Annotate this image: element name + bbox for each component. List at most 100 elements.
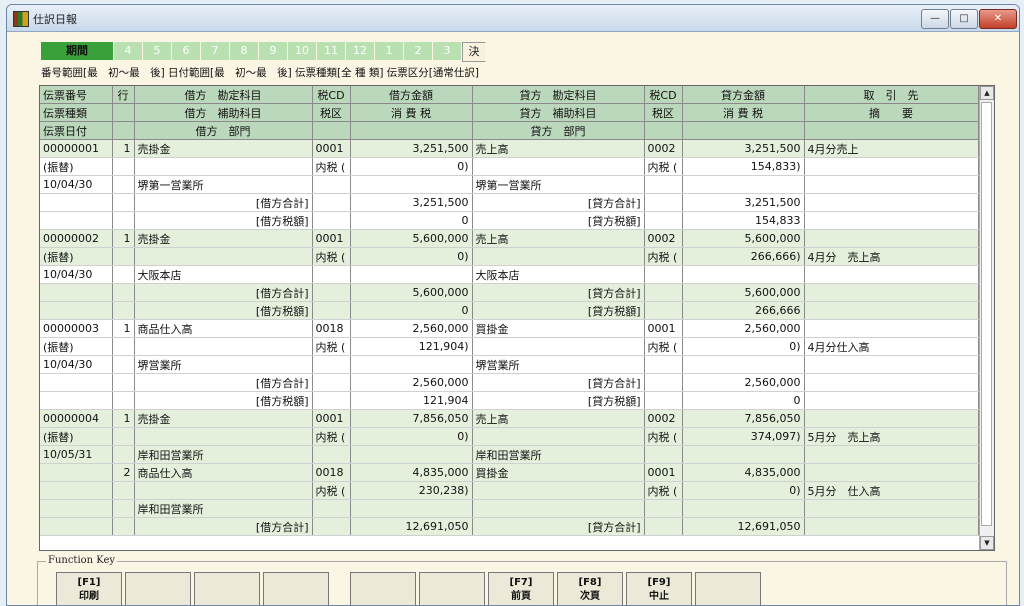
period-month-5[interactable]: 5: [143, 42, 172, 60]
cell-debit-tax-cd: [312, 283, 351, 302]
period-closing[interactable]: 決: [462, 42, 486, 62]
table-row[interactable]: [借方税額] 0 [貸方税額] 266,666: [40, 301, 979, 320]
function-key-legend: Function Key: [46, 555, 118, 566]
table-row[interactable]: [借方合計] 2,560,000 [貸方合計] 2,560,000: [40, 373, 979, 392]
table-row[interactable]: 内税 (230,238) 内税 (0) 5月分 仕入高: [40, 481, 979, 500]
period-month-12[interactable]: 12: [346, 42, 375, 60]
cell-debit-tax-cd: [312, 373, 351, 392]
table-row[interactable]: 10/05/31 岸和田営業所 岸和田営業所: [40, 445, 979, 464]
cell-credit-amount: 0): [682, 337, 805, 356]
cell-credit-account: 堺第一営業所: [472, 175, 645, 194]
cell-voucher: 00000004: [40, 409, 113, 428]
period-month-3[interactable]: 3: [433, 42, 462, 60]
cell-debit-amount: 121,904): [350, 337, 473, 356]
cell-line: [112, 373, 135, 392]
cell-debit-amount: 3,251,500: [350, 193, 473, 212]
cell-partner-memo: [804, 229, 979, 248]
cell-credit-account: [貸方合計]: [472, 373, 645, 392]
function-key-7-button[interactable]: [F7] 前頁: [488, 572, 554, 605]
table-row[interactable]: (振替) 内税 (0) 内税 (154,833): [40, 157, 979, 176]
cell-partner-memo: 5月分 仕入高: [804, 481, 979, 500]
cell-voucher: [40, 373, 113, 392]
header-cell-credit-amount: [682, 121, 805, 140]
cell-debit-account: 商品仕入高: [134, 319, 313, 338]
period-month-9[interactable]: 9: [259, 42, 288, 60]
table-row[interactable]: 10/04/30 堺第一営業所 堺第一営業所: [40, 175, 979, 194]
table-row[interactable]: [借方税額] 0 [貸方税額] 154,833: [40, 211, 979, 230]
table-row[interactable]: [借方税額] 121,904 [貸方税額] 0: [40, 391, 979, 410]
function-key-8-button[interactable]: [F8] 次頁: [557, 572, 623, 605]
journal-daily-report-window: 仕訳日報 — □ ✕ 期間 4 5 6 7 8 9 10 11 12 1 2 3…: [6, 4, 1020, 606]
table-row[interactable]: 00000003 1 商品仕入高 0018 2,560,000 買掛金 0001 2,560,…: [40, 319, 979, 338]
function-key-3-button[interactable]: [194, 572, 260, 605]
function-key-6-button[interactable]: [419, 572, 485, 605]
cell-credit-amount: 154,833): [682, 157, 805, 176]
table-row[interactable]: 2 商品仕入高 0018 4,835,000 買掛金 0001 4,835,000: [40, 463, 979, 482]
cell-credit-tax-cd: 内税 (: [644, 427, 683, 446]
cell-line: [112, 193, 135, 212]
header-cell-credit-tax-cd: 税CD: [644, 86, 683, 104]
scroll-down-icon[interactable]: ▼: [980, 536, 994, 550]
cell-debit-account: 岸和田営業所: [134, 445, 313, 464]
cell-debit-account: [134, 481, 313, 500]
cell-credit-amount: 0: [682, 391, 805, 410]
cell-credit-account: [472, 499, 645, 518]
function-key-5-button[interactable]: [350, 572, 416, 605]
cell-credit-tax-cd: [644, 211, 683, 230]
cell-voucher: 00000003: [40, 319, 113, 338]
header-row: 伝票日付 借方 部門 貸方 部門: [40, 121, 979, 140]
header-cell-partner-memo: [804, 121, 979, 140]
function-key-2-button[interactable]: [125, 572, 191, 605]
table-row[interactable]: 10/04/30 堺営業所 堺営業所: [40, 355, 979, 374]
table-row[interactable]: [借方合計] 12,691,050 [貸方合計] 12,691,050: [40, 517, 979, 536]
cell-debit-account: [134, 337, 313, 356]
period-month-10[interactable]: 10: [288, 42, 317, 60]
function-key-9-button[interactable]: [F9] 中止: [626, 572, 692, 605]
header-cell-line: 行: [112, 86, 135, 104]
table-row[interactable]: 00000004 1 売掛金 0001 7,856,050 売上高 0002 7,856,05…: [40, 409, 979, 428]
cell-credit-tax-cd: [644, 391, 683, 410]
cell-credit-account: [貸方合計]: [472, 517, 645, 536]
function-key-4-button[interactable]: [263, 572, 329, 605]
table-row[interactable]: (振替) 内税 (121,904) 内税 (0) 4月分仕入高: [40, 337, 979, 356]
header-cell-credit-account: 貸方 補助科目: [472, 103, 645, 122]
cell-debit-tax-cd: [312, 499, 351, 518]
period-month-6[interactable]: 6: [172, 42, 201, 60]
cell-debit-tax-cd: 内税 (: [312, 157, 351, 176]
period-month-4[interactable]: 4: [114, 42, 143, 60]
scroll-up-icon[interactable]: ▲: [980, 86, 994, 100]
cell-debit-account: [134, 157, 313, 176]
scroll-thumb[interactable]: [981, 102, 992, 526]
cell-partner-memo: [804, 391, 979, 410]
period-month-7[interactable]: 7: [201, 42, 230, 60]
table-row[interactable]: [借方合計] 5,600,000 [貸方合計] 5,600,000: [40, 283, 979, 302]
cell-credit-amount: 0): [682, 481, 805, 500]
header-cell-debit-tax-cd: 税区: [312, 103, 351, 122]
table-row[interactable]: (振替) 内税 (0) 内税 (374,097) 5月分 売上高: [40, 427, 979, 446]
cell-voucher: [40, 301, 113, 320]
table-row[interactable]: 00000001 1 売掛金 0001 3,251,500 売上高 0002 3,251,50…: [40, 139, 979, 158]
cell-credit-account: [472, 337, 645, 356]
table-row[interactable]: (振替) 内税 (0) 内税 (266,666) 4月分 売上高: [40, 247, 979, 266]
period-month-2[interactable]: 2: [404, 42, 433, 60]
cell-partner-memo: [804, 175, 979, 194]
table-row[interactable]: 岸和田営業所: [40, 499, 979, 518]
table-row[interactable]: 00000002 1 売掛金 0001 5,600,000 売上高 0002 5,600,00…: [40, 229, 979, 248]
cell-credit-account: 売上高: [472, 139, 645, 158]
function-key-1-button[interactable]: [F1] 印刷: [56, 572, 122, 605]
cell-debit-amount: 5,600,000: [350, 229, 473, 248]
maximize-button[interactable]: □: [950, 9, 978, 29]
header-cell-line: [112, 103, 135, 122]
function-key-10-button[interactable]: [695, 572, 761, 605]
close-button[interactable]: ✕: [979, 9, 1017, 29]
cell-voucher: 00000001: [40, 139, 113, 158]
table-row[interactable]: [借方合計] 3,251,500 [貸方合計] 3,251,500: [40, 193, 979, 212]
period-month-11[interactable]: 11: [317, 42, 346, 60]
table-row[interactable]: 10/04/30 大阪本店 大阪本店: [40, 265, 979, 284]
period-month-8[interactable]: 8: [230, 42, 259, 60]
period-month-1[interactable]: 1: [375, 42, 404, 60]
vertical-scrollbar[interactable]: ▲ ▼: [979, 86, 994, 550]
cell-voucher: (振替): [40, 247, 113, 266]
cell-line: [112, 517, 135, 536]
minimize-button[interactable]: —: [921, 9, 949, 29]
